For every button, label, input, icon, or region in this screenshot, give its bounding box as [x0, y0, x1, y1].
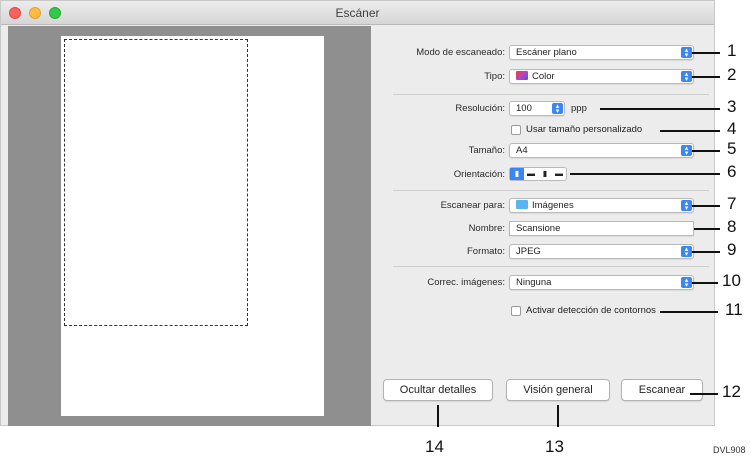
window-title: Escáner [335, 6, 380, 20]
callout-1: 1 [727, 41, 737, 60]
callout-2: 2 [727, 65, 737, 84]
callout-line [692, 205, 720, 207]
callout-line [690, 393, 718, 395]
separator [393, 190, 709, 191]
settings-panel: Modo de escaneado: Escáner plano ▴ ▾ Tipo… [379, 26, 715, 426]
scan-button[interactable]: Escanear [621, 379, 703, 401]
mode-select[interactable]: Escáner plano ▴ ▾ [509, 45, 694, 60]
callout-line [660, 130, 720, 132]
portrait-icon[interactable]: ▮ [510, 168, 524, 180]
resolution-label: Resolución: [455, 103, 505, 114]
callout-line [692, 282, 718, 284]
select-arrow-icon: ▴ ▾ [681, 200, 692, 212]
type-value: Color [532, 71, 555, 82]
select-arrow-icon: ▴ ▾ [681, 145, 692, 157]
callout-7: 7 [727, 194, 737, 213]
format-select[interactable]: JPEG ▴ ▾ [509, 244, 694, 259]
scanner-window: Escáner Modo de escaneado: Escáner plano… [0, 0, 715, 426]
size-value: A4 [516, 145, 528, 156]
folder-icon [516, 200, 528, 209]
callout-line [692, 76, 720, 78]
landscape-rotated-icon[interactable]: ▬ [552, 168, 566, 180]
correction-value: Ninguna [516, 277, 552, 288]
callout-line [557, 405, 559, 427]
callout-8: 8 [727, 217, 737, 236]
callout-9: 9 [727, 240, 737, 259]
resolution-unit: ppp [571, 103, 587, 114]
portrait-rotated-icon[interactable]: ▮ [538, 168, 552, 180]
orientation-control[interactable]: ▮ ▬ ▮ ▬ [509, 167, 567, 181]
mode-label: Modo de escaneado: [416, 47, 505, 58]
landscape-icon[interactable]: ▬ [524, 168, 538, 180]
callout-line [600, 108, 720, 110]
type-label: Tipo: [484, 71, 505, 82]
select-arrow-icon: ▴ ▾ [681, 246, 692, 258]
orientation-label: Orientación: [453, 169, 505, 180]
callout-line [692, 52, 720, 54]
edge-detection-label: Activar detección de contornos [526, 305, 656, 316]
figure-code: DVL908 [713, 445, 746, 455]
edge-detection-checkbox[interactable] [511, 306, 521, 316]
scan-to-select[interactable]: Imágenes ▴ ▾ [509, 198, 694, 213]
separator [393, 266, 709, 267]
callout-12: 12 [722, 382, 741, 401]
callout-4: 4 [727, 119, 737, 138]
scan-preview-area [8, 26, 371, 426]
scan-to-label: Escanear para: [440, 200, 505, 211]
select-arrow-icon: ▴ ▾ [681, 47, 692, 59]
callout-line [692, 251, 720, 253]
mode-value: Escáner plano [516, 47, 577, 58]
callout-line [694, 228, 720, 230]
callout-3: 3 [727, 97, 737, 116]
callout-line [692, 150, 720, 152]
preview-page [61, 36, 324, 416]
name-label: Nombre: [468, 223, 505, 234]
color-icon [516, 71, 528, 80]
custom-size-label: Usar tamaño personalizado [526, 124, 643, 135]
type-select[interactable]: Color ▴ ▾ [509, 69, 694, 84]
title-bar: Escáner [1, 1, 714, 25]
correction-label: Correc. imágenes: [427, 277, 505, 288]
overview-button[interactable]: Visión general [506, 379, 610, 401]
resolution-select[interactable]: 100 ▴ ▾ [509, 101, 565, 116]
callout-line [660, 311, 718, 313]
select-arrow-icon: ▴ ▾ [681, 71, 692, 83]
select-arrow-icon: ▴ ▾ [681, 277, 692, 289]
custom-size-checkbox[interactable] [511, 125, 521, 135]
format-value: JPEG [516, 246, 541, 257]
hide-details-button[interactable]: Ocultar detalles [383, 379, 493, 401]
selection-rectangle[interactable] [64, 39, 248, 326]
size-label: Tamaño: [468, 145, 505, 156]
size-select[interactable]: A4 ▴ ▾ [509, 143, 694, 158]
callout-5: 5 [727, 139, 737, 158]
correction-select[interactable]: Ninguna ▴ ▾ [509, 275, 694, 290]
resolution-value: 100 [516, 103, 532, 114]
select-arrow-icon: ▴ ▾ [552, 103, 563, 115]
scan-to-value: Imágenes [532, 200, 574, 211]
callout-10: 10 [722, 271, 741, 290]
callout-6: 6 [727, 162, 737, 181]
format-label: Formato: [466, 246, 505, 257]
name-input[interactable]: Scansione [509, 221, 694, 236]
callout-line [570, 173, 720, 175]
callout-11: 11 [725, 300, 743, 319]
callout-13: 13 [545, 437, 564, 456]
separator [393, 94, 709, 95]
callout-14: 14 [425, 437, 444, 456]
callout-line [437, 405, 439, 427]
